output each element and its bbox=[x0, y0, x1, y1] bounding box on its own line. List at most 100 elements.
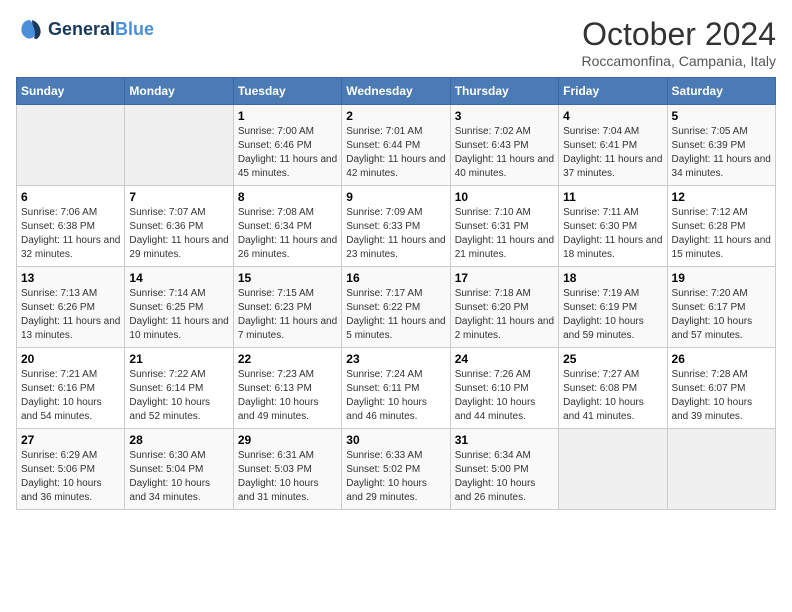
day-number: 13 bbox=[21, 271, 120, 285]
day-info: Sunrise: 7:24 AM Sunset: 6:11 PM Dayligh… bbox=[346, 368, 445, 424]
calendar-cell bbox=[559, 429, 667, 510]
day-info: Sunrise: 7:00 AM Sunset: 6:46 PM Dayligh… bbox=[238, 125, 337, 181]
logo-icon bbox=[16, 16, 44, 44]
calendar-cell bbox=[667, 429, 775, 510]
calendar-cell: 17Sunrise: 7:18 AM Sunset: 6:20 PM Dayli… bbox=[450, 267, 558, 348]
calendar-week-2: 6 Sunrise: 7:06 AM Sunset: 6:38 PM Daylig… bbox=[17, 186, 776, 267]
calendar-cell: 21Sunrise: 7:22 AM Sunset: 6:14 PM Dayli… bbox=[125, 348, 233, 429]
day-info: Sunrise: 7:04 AM Sunset: 6:41 PM Dayligh… bbox=[563, 125, 662, 181]
calendar-cell: 29 Sunrise: 6:31 AM Sunset: 5:03 PM Dayli… bbox=[233, 429, 341, 510]
day-info: Sunrise: 7:21 AM Sunset: 6:16 PM Dayligh… bbox=[21, 368, 120, 424]
day-number: 9 bbox=[346, 190, 445, 204]
calendar-cell: 19 Sunrise: 7:20 AM Sunset: 6:17 PM Dayli… bbox=[667, 267, 775, 348]
day-info: Sunrise: 7:11 AM Sunset: 6:30 PM Dayligh… bbox=[563, 206, 662, 262]
day-info: Sunrise: 7:07 AM Sunset: 6:36 PM Dayligh… bbox=[129, 206, 228, 262]
day-number: 2 bbox=[346, 109, 445, 123]
day-info: Sunrise: 7:27 AM Sunset: 6:08 PM Dayligh… bbox=[563, 368, 662, 424]
logo-blue: Blue bbox=[115, 19, 154, 39]
day-number: 5 bbox=[672, 109, 771, 123]
location-subtitle: Roccamonfina, Campania, Italy bbox=[581, 53, 776, 69]
day-number: 28 bbox=[129, 433, 228, 447]
weekday-header-thursday: Thursday bbox=[450, 78, 558, 105]
weekday-header-friday: Friday bbox=[559, 78, 667, 105]
day-number: 18 bbox=[563, 271, 662, 285]
day-info: Sunrise: 7:23 AM Sunset: 6:13 PM Dayligh… bbox=[238, 368, 337, 424]
calendar-cell: 11Sunrise: 7:11 AM Sunset: 6:30 PM Dayli… bbox=[559, 186, 667, 267]
day-info: Sunrise: 7:28 AM Sunset: 6:07 PM Dayligh… bbox=[672, 368, 771, 424]
day-number: 23 bbox=[346, 352, 445, 366]
weekday-header-tuesday: Tuesday bbox=[233, 78, 341, 105]
day-info: Sunrise: 6:31 AM Sunset: 5:03 PM Dayligh… bbox=[238, 449, 337, 505]
day-number: 12 bbox=[672, 190, 771, 204]
day-number: 19 bbox=[672, 271, 771, 285]
day-info: Sunrise: 7:08 AM Sunset: 6:34 PM Dayligh… bbox=[238, 206, 337, 262]
calendar-cell: 15 Sunrise: 7:15 AM Sunset: 6:23 PM Dayli… bbox=[233, 267, 341, 348]
calendar-cell: 26 Sunrise: 7:28 AM Sunset: 6:07 PM Dayli… bbox=[667, 348, 775, 429]
day-number: 8 bbox=[238, 190, 337, 204]
day-number: 27 bbox=[21, 433, 120, 447]
day-number: 26 bbox=[672, 352, 771, 366]
calendar-cell: 13Sunrise: 7:13 AM Sunset: 6:26 PM Dayli… bbox=[17, 267, 125, 348]
day-info: Sunrise: 7:06 AM Sunset: 6:38 PM Dayligh… bbox=[21, 206, 120, 262]
weekday-header-wednesday: Wednesday bbox=[342, 78, 450, 105]
day-info: Sunrise: 7:20 AM Sunset: 6:17 PM Dayligh… bbox=[672, 287, 771, 343]
day-number: 14 bbox=[129, 271, 228, 285]
day-number: 30 bbox=[346, 433, 445, 447]
calendar-cell: 4 Sunrise: 7:04 AM Sunset: 6:41 PM Daylig… bbox=[559, 105, 667, 186]
calendar-cell: 28 Sunrise: 6:30 AM Sunset: 5:04 PM Dayli… bbox=[125, 429, 233, 510]
day-number: 1 bbox=[238, 109, 337, 123]
month-title: October 2024 bbox=[581, 16, 776, 53]
day-number: 22 bbox=[238, 352, 337, 366]
calendar-table: SundayMondayTuesdayWednesdayThursdayFrid… bbox=[16, 77, 776, 510]
calendar-week-5: 27 Sunrise: 6:29 AM Sunset: 5:06 PM Dayli… bbox=[17, 429, 776, 510]
day-number: 16 bbox=[346, 271, 445, 285]
calendar-cell: 3 Sunrise: 7:02 AM Sunset: 6:43 PM Daylig… bbox=[450, 105, 558, 186]
calendar-cell: 2Sunrise: 7:01 AM Sunset: 6:44 PM Daylig… bbox=[342, 105, 450, 186]
weekday-header-saturday: Saturday bbox=[667, 78, 775, 105]
day-info: Sunrise: 7:15 AM Sunset: 6:23 PM Dayligh… bbox=[238, 287, 337, 343]
calendar-cell: 5 Sunrise: 7:05 AM Sunset: 6:39 PM Daylig… bbox=[667, 105, 775, 186]
day-info: Sunrise: 6:34 AM Sunset: 5:00 PM Dayligh… bbox=[455, 449, 554, 505]
day-info: Sunrise: 7:09 AM Sunset: 6:33 PM Dayligh… bbox=[346, 206, 445, 262]
calendar-cell: 23 Sunrise: 7:24 AM Sunset: 6:11 PM Dayli… bbox=[342, 348, 450, 429]
day-number: 7 bbox=[129, 190, 228, 204]
calendar-cell: 8 Sunrise: 7:08 AM Sunset: 6:34 PM Daylig… bbox=[233, 186, 341, 267]
day-number: 15 bbox=[238, 271, 337, 285]
calendar-cell: 14 Sunrise: 7:14 AM Sunset: 6:25 PM Dayli… bbox=[125, 267, 233, 348]
day-number: 17 bbox=[455, 271, 554, 285]
day-number: 31 bbox=[455, 433, 554, 447]
calendar-cell: 31 Sunrise: 6:34 AM Sunset: 5:00 PM Dayli… bbox=[450, 429, 558, 510]
calendar-cell: 18Sunrise: 7:19 AM Sunset: 6:19 PM Dayli… bbox=[559, 267, 667, 348]
day-info: Sunrise: 7:14 AM Sunset: 6:25 PM Dayligh… bbox=[129, 287, 228, 343]
calendar-cell: 16 Sunrise: 7:17 AM Sunset: 6:22 PM Dayli… bbox=[342, 267, 450, 348]
day-info: Sunrise: 6:29 AM Sunset: 5:06 PM Dayligh… bbox=[21, 449, 120, 505]
day-number: 29 bbox=[238, 433, 337, 447]
calendar-cell bbox=[125, 105, 233, 186]
calendar-week-1: 1 Sunrise: 7:00 AM Sunset: 6:46 PM Daylig… bbox=[17, 105, 776, 186]
weekday-header-sunday: Sunday bbox=[17, 78, 125, 105]
title-block: October 2024 Roccamonfina, Campania, Ita… bbox=[581, 16, 776, 69]
calendar-cell: 1 Sunrise: 7:00 AM Sunset: 6:46 PM Daylig… bbox=[233, 105, 341, 186]
day-info: Sunrise: 6:30 AM Sunset: 5:04 PM Dayligh… bbox=[129, 449, 228, 505]
day-number: 4 bbox=[563, 109, 662, 123]
calendar-week-3: 13Sunrise: 7:13 AM Sunset: 6:26 PM Dayli… bbox=[17, 267, 776, 348]
day-info: Sunrise: 7:26 AM Sunset: 6:10 PM Dayligh… bbox=[455, 368, 554, 424]
day-number: 10 bbox=[455, 190, 554, 204]
day-number: 24 bbox=[455, 352, 554, 366]
day-number: 6 bbox=[21, 190, 120, 204]
calendar-cell: 7 Sunrise: 7:07 AM Sunset: 6:36 PM Daylig… bbox=[125, 186, 233, 267]
day-number: 21 bbox=[129, 352, 228, 366]
day-info: Sunrise: 7:02 AM Sunset: 6:43 PM Dayligh… bbox=[455, 125, 554, 181]
logo: GeneralBlue bbox=[16, 16, 154, 44]
logo-general: General bbox=[48, 19, 115, 39]
calendar-cell: 9 Sunrise: 7:09 AM Sunset: 6:33 PM Daylig… bbox=[342, 186, 450, 267]
weekday-header-monday: Monday bbox=[125, 78, 233, 105]
day-number: 25 bbox=[563, 352, 662, 366]
day-info: Sunrise: 7:17 AM Sunset: 6:22 PM Dayligh… bbox=[346, 287, 445, 343]
day-number: 3 bbox=[455, 109, 554, 123]
calendar-cell: 24 Sunrise: 7:26 AM Sunset: 6:10 PM Dayli… bbox=[450, 348, 558, 429]
calendar-week-4: 20Sunrise: 7:21 AM Sunset: 6:16 PM Dayli… bbox=[17, 348, 776, 429]
calendar-cell: 30Sunrise: 6:33 AM Sunset: 5:02 PM Dayli… bbox=[342, 429, 450, 510]
day-info: Sunrise: 7:05 AM Sunset: 6:39 PM Dayligh… bbox=[672, 125, 771, 181]
calendar-cell: 20Sunrise: 7:21 AM Sunset: 6:16 PM Dayli… bbox=[17, 348, 125, 429]
